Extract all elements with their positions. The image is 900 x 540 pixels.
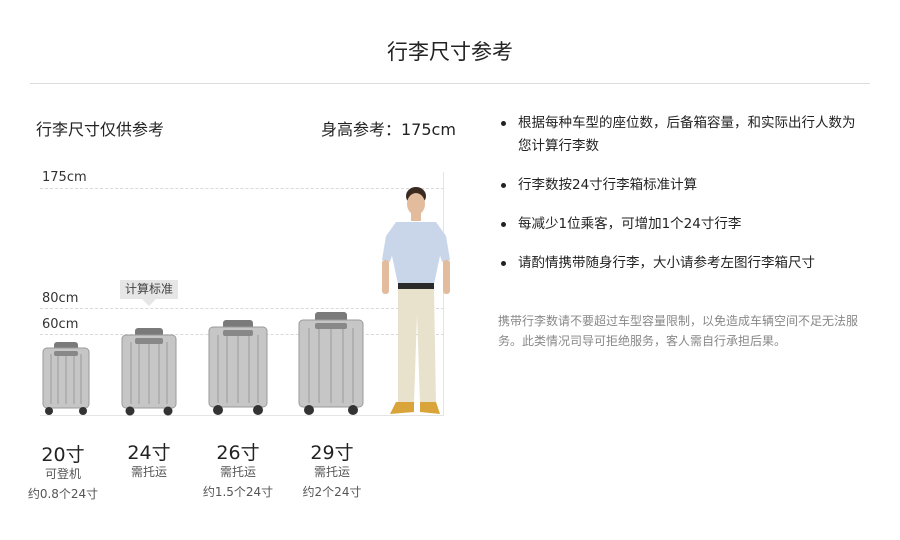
page-title: 行李尺寸参考 — [387, 40, 513, 64]
note-text: 行李数按24寸行李箱标准计算 — [518, 177, 698, 193]
bullet-dot-icon — [501, 121, 506, 126]
note-text: 每减少1位乘客，可增加1个24寸行李 — [518, 216, 742, 232]
calc-standard-tag-pointer — [142, 299, 156, 306]
scale-label-60cm: 60cm — [42, 317, 79, 332]
title-divider — [30, 83, 870, 84]
list-item: 根据每种车型的座位数，后备箱容量，和实际出行人数为您计算行李数 — [498, 112, 868, 158]
size-desc-24-line1: 需托运 — [130, 465, 167, 479]
size-desc-29-line1: 需托运 — [313, 465, 350, 479]
list-item: 行李数按24寸行李箱标准计算 — [498, 174, 868, 197]
suitcase-24-icon — [121, 328, 177, 416]
person-figure-icon — [382, 187, 450, 414]
size-desc-29-line2: 约2个24寸 — [302, 485, 362, 499]
bullet-dot-icon — [501, 222, 506, 227]
suitcase-20-icon — [42, 342, 90, 415]
size-desc-20-line1: 可登机 — [44, 467, 81, 481]
luggage-notes-list: 根据每种车型的座位数，后备箱容量，和实际出行人数为您计算行李数 行李数按24寸行… — [498, 112, 868, 291]
height-reference-label: 身高参考：175cm — [321, 120, 456, 139]
scale-label-175cm: 175cm — [42, 170, 87, 185]
note-text: 请酌情携带随身行李，大小请参考左图行李箱尺寸 — [518, 255, 815, 271]
size-desc-26-line2: 约1.5个24寸 — [202, 485, 274, 499]
size-label-29: 29寸 — [310, 442, 354, 464]
size-reference-caption: 行李尺寸仅供参考 — [36, 120, 165, 139]
suitcase-26-icon — [208, 320, 268, 415]
size-desc-20-line2: 约0.8个24寸 — [27, 487, 99, 501]
size-desc-26-line1: 需托运 — [219, 465, 256, 479]
suitcase-29-icon — [298, 312, 364, 415]
size-label-20: 20寸 — [41, 444, 85, 466]
calc-standard-tag: 计算标准 — [120, 280, 178, 299]
size-label-24: 24寸 — [127, 442, 171, 464]
disclaimer-text: 携带行李数请不要超过车型容量限制，以免造成车辆空间不足无法服务。此类情况司导可拒… — [498, 314, 859, 348]
list-item: 每减少1位乘客，可增加1个24寸行李 — [498, 213, 868, 236]
size-label-26: 26寸 — [216, 442, 260, 464]
note-text: 根据每种车型的座位数，后备箱容量，和实际出行人数为您计算行李数 — [518, 115, 856, 154]
list-item: 请酌情携带随身行李，大小请参考左图行李箱尺寸 — [498, 252, 868, 275]
bullet-dot-icon — [501, 261, 506, 266]
scale-label-80cm: 80cm — [42, 291, 79, 306]
bullet-dot-icon — [501, 183, 506, 188]
